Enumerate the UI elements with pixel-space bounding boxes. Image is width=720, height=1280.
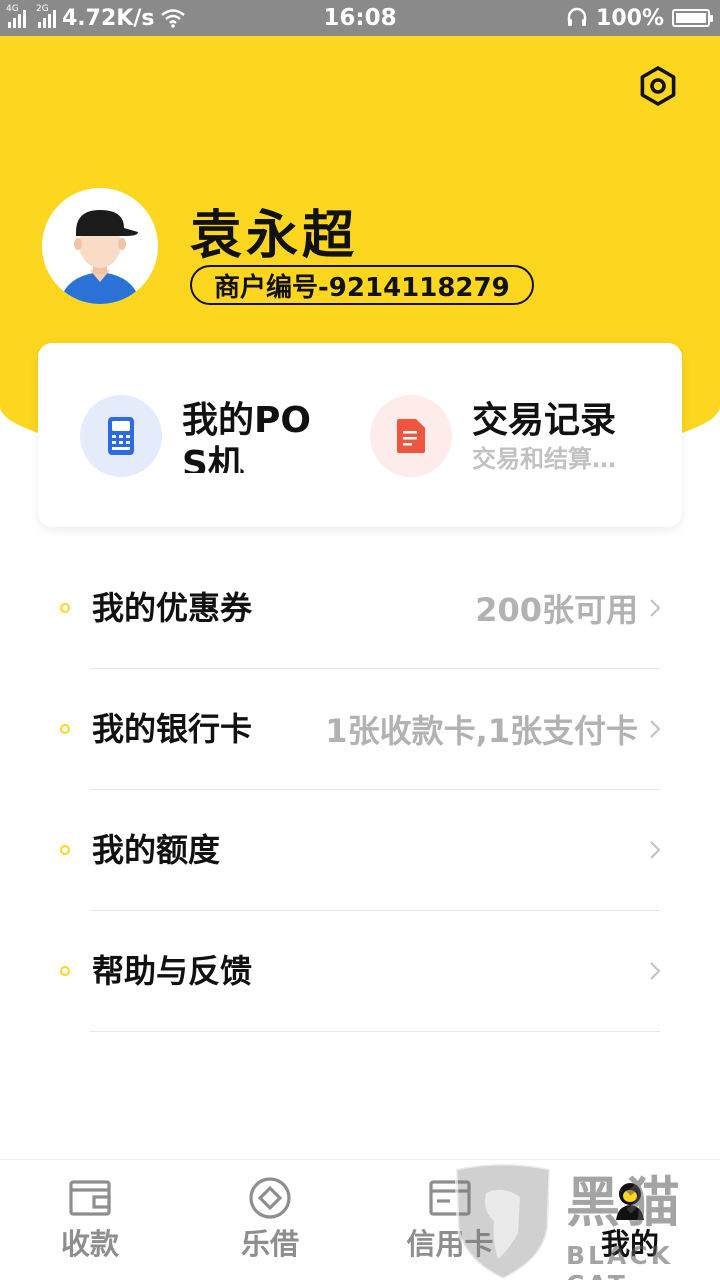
- battery-icon: [672, 9, 713, 27]
- nav-label: 我的: [600, 1227, 659, 1261]
- menu-list: 我的优惠券 200张可用 我的银行卡 1张收款卡,1张支付卡 我的额度 帮助与反…: [0, 548, 720, 1032]
- menu-item-label: 我的额度: [92, 831, 221, 869]
- menu-item-value: 200张可用: [475, 591, 638, 629]
- battery-percent: 100%: [596, 5, 664, 31]
- nav-label: 收款: [60, 1227, 119, 1261]
- status-right: 100%: [566, 0, 713, 36]
- divider: [90, 1031, 660, 1032]
- avatar-illustration: [42, 188, 158, 304]
- profile-icon: [616, 1183, 644, 1220]
- settings-button[interactable]: [636, 64, 680, 108]
- menu-item-credit-limit[interactable]: 我的额度: [0, 790, 720, 911]
- chevron-right-icon: [650, 841, 661, 859]
- bullet-dot-icon: [60, 724, 70, 734]
- nav-tab-loan[interactable]: 乐借: [180, 1160, 360, 1280]
- menu-item-label: 我的银行卡: [92, 710, 253, 748]
- user-name: 袁永超: [190, 205, 359, 266]
- headset-icon: [567, 7, 587, 26]
- menu-item-bank-cards[interactable]: 我的银行卡 1张收款卡,1张支付卡: [0, 669, 720, 790]
- wallet-icon: [69, 1180, 111, 1216]
- credit-card-icon: [429, 1180, 471, 1216]
- records-icon-circle: [370, 395, 452, 477]
- chevron-right-icon: [650, 599, 661, 617]
- bottom-nav: 收款 乐借 信用卡 我的: [0, 1159, 720, 1280]
- chevron-right-icon: [650, 962, 661, 980]
- my-pos-title: 我的POS机: [182, 400, 311, 473]
- menu-item-label: 帮助与反馈: [92, 952, 253, 990]
- document-icon: [397, 419, 425, 453]
- merchant-number-badge: 商户编号-9214118279: [190, 265, 534, 305]
- profile-page: 4G 2G 4.72K/s 16:08 100% 袁永超 商户编号-921411…: [0, 0, 720, 1280]
- nav-tab-mine[interactable]: 我的: [540, 1160, 720, 1280]
- avatar[interactable]: [42, 188, 158, 304]
- pos-icon-circle: [80, 395, 162, 477]
- menu-item-coupons[interactable]: 我的优惠券 200张可用: [0, 548, 720, 669]
- menu-item-help-feedback[interactable]: 帮助与反馈: [0, 911, 720, 1032]
- nav-tab-collect[interactable]: 收款: [0, 1160, 180, 1280]
- bullet-dot-icon: [60, 603, 70, 613]
- shortcut-card: 我的POS机 交易记录 交易和结算明细: [38, 343, 682, 527]
- transaction-records-button[interactable]: 交易记录 交易和结算明细: [370, 395, 660, 477]
- status-bar: 4G 2G 4.72K/s 16:08 100%: [0, 0, 720, 36]
- pos-terminal-icon: [108, 417, 134, 455]
- chevron-right-icon: [650, 720, 661, 738]
- transaction-records-subtitle: 交易和结算明细: [472, 445, 622, 473]
- bullet-dot-icon: [60, 966, 70, 976]
- loan-coin-icon: [249, 1177, 291, 1219]
- nav-label: 信用卡: [406, 1227, 494, 1261]
- transaction-records-title: 交易记录: [472, 400, 617, 441]
- menu-item-label: 我的优惠券: [92, 589, 253, 627]
- menu-item-value: 1张收款卡,1张支付卡: [325, 712, 638, 750]
- bullet-dot-icon: [60, 845, 70, 855]
- nav-label: 乐借: [240, 1227, 299, 1261]
- nav-tab-credit-card[interactable]: 信用卡: [360, 1160, 540, 1280]
- my-pos-button[interactable]: 我的POS机: [80, 395, 340, 477]
- settings-hexagon-icon: [640, 66, 676, 106]
